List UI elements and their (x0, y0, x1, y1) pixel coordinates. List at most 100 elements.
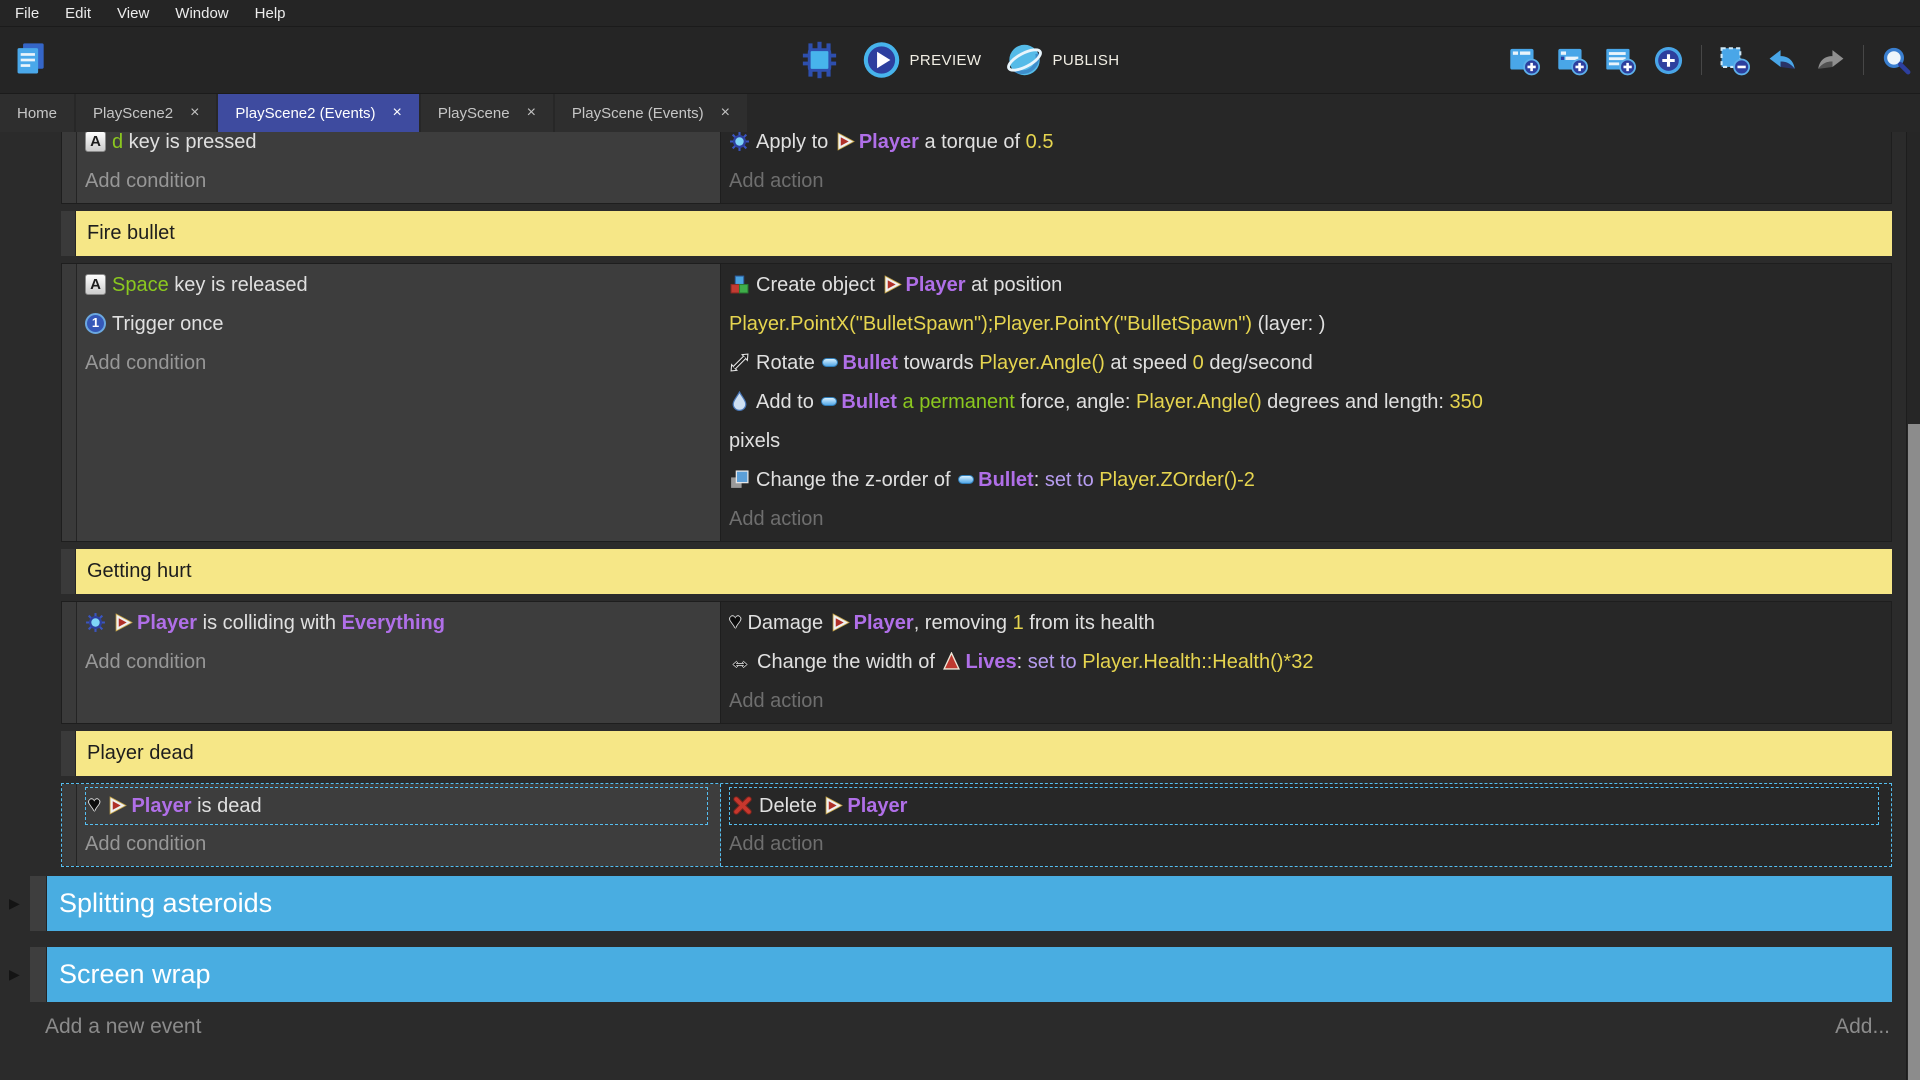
comment[interactable]: Player dead (76, 731, 1892, 776)
add-condition-button[interactable]: Add condition (85, 825, 712, 864)
play-icon (863, 41, 901, 79)
event-drag-handle[interactable] (62, 132, 77, 203)
condition[interactable]: Player is colliding with Everything (85, 604, 712, 643)
menu-view[interactable]: View (104, 5, 162, 22)
comment-row: Fire bullet (61, 211, 1892, 256)
action[interactable]: Apply to Player a torque of 0.5 (729, 132, 1883, 162)
preview-button[interactable]: PREVIEW (863, 41, 982, 79)
debug-button[interactable] (801, 41, 839, 79)
action[interactable]: Delete Player (729, 787, 1879, 825)
add-condition-button[interactable]: Add condition (85, 344, 712, 383)
comment[interactable]: Fire bullet (76, 211, 1892, 256)
add-subevent-icon (1557, 45, 1588, 76)
choose-event-button[interactable] (1653, 45, 1684, 76)
redo-button[interactable] (1815, 45, 1846, 76)
tab-label: PlayScene2 (93, 105, 173, 122)
close-icon[interactable]: × (527, 104, 536, 122)
condition[interactable]: ASpace key is released (85, 266, 712, 305)
action[interactable]: Change the z-order of Bullet: set to Pla… (729, 461, 1883, 500)
add-subevent-button[interactable] (1557, 45, 1588, 76)
sheet-footer: Add a new event Add... (45, 1015, 1890, 1039)
close-icon[interactable]: × (721, 104, 730, 122)
conditions-cell: ASpace key is released1Trigger onceAdd c… (77, 264, 721, 541)
add-action-button[interactable]: Add action (729, 162, 1883, 201)
add-condition-button[interactable]: Add condition (85, 643, 712, 682)
search-icon (1881, 45, 1912, 76)
event-drag-handle[interactable] (61, 211, 76, 256)
tab-playscene-events[interactable]: PlayScene (Events)× (555, 94, 747, 132)
publish-button[interactable]: PUBLISH (1005, 41, 1119, 79)
event-drag-handle[interactable] (62, 602, 77, 723)
heart-icon: ♥ (88, 795, 100, 815)
gdevelop-window: File Edit View Window Help PREVIEW PUBLI… (0, 0, 1920, 1080)
z-order-icon (729, 469, 750, 490)
bullet-icon (822, 358, 838, 367)
project-manager-button[interactable] (12, 41, 50, 79)
conditions-cell: Player is colliding with EverythingAdd c… (77, 602, 721, 723)
tab-playscene2[interactable]: PlayScene2 × (76, 94, 216, 132)
comment-row: Player dead (61, 731, 1892, 776)
keyboard-icon: A (85, 274, 106, 295)
condition[interactable]: ♥Player is dead (85, 787, 708, 825)
action[interactable]: Rotate Bullet towards Player.Angle() at … (729, 344, 1883, 383)
collapse-arrow-icon[interactable]: ▶ (9, 896, 20, 910)
add-event-button[interactable] (1509, 45, 1540, 76)
tab-playscene2-events[interactable]: PlayScene2 (Events) × (218, 94, 418, 132)
actions-cell: Apply to Player a torque of 0.5Add actio… (721, 132, 1891, 203)
actions-cell: Delete PlayerAdd action (721, 784, 1891, 866)
bullet-icon (821, 397, 837, 406)
add-new-event-button[interactable]: Add a new event (45, 1015, 201, 1039)
player-ship-icon (114, 613, 133, 632)
add-comment-button[interactable] (1605, 45, 1636, 76)
action[interactable]: ↔Change the width of Lives: set to Playe… (729, 643, 1883, 682)
condition[interactable]: Ad key is pressed (85, 132, 712, 162)
group-drag-handle[interactable] (30, 876, 47, 931)
tab-label: PlayScene2 (Events) (235, 105, 375, 122)
publish-label: PUBLISH (1052, 52, 1119, 69)
add-action-button[interactable]: Add action (729, 682, 1883, 721)
event-group[interactable]: Screen wrap (47, 947, 1892, 1002)
comment-row: Getting hurt (61, 549, 1892, 594)
player-ship-icon (836, 132, 855, 151)
menu-file[interactable]: File (2, 5, 52, 22)
add-condition-button[interactable]: Add condition (85, 162, 712, 201)
search-button[interactable] (1881, 45, 1912, 76)
tab-label: Home (17, 105, 57, 122)
add-action-button[interactable]: Add action (729, 825, 1883, 864)
toolbar-separator (1701, 45, 1702, 75)
group-row: ▶ Screen wrap (30, 947, 1892, 1002)
actions-cell: ♥Damage Player, removing 1 from its heal… (721, 602, 1891, 723)
delete-selection-button[interactable] (1719, 45, 1750, 76)
event-drag-handle[interactable] (61, 731, 76, 776)
scrollbar-thumb[interactable] (1908, 424, 1920, 1080)
comment[interactable]: Getting hurt (76, 549, 1892, 594)
action[interactable]: Add to Bullet a permanent force, angle: … (729, 383, 1883, 461)
project-manager-icon (12, 41, 50, 79)
close-icon[interactable]: × (393, 104, 402, 122)
events-list: Ad key is pressedAdd condition Apply to … (0, 132, 1920, 1002)
event-drag-handle[interactable] (62, 784, 77, 866)
tab-label: PlayScene (438, 105, 510, 122)
add-action-button[interactable]: Add action (729, 500, 1883, 539)
physics-icon (85, 612, 106, 633)
menu-window[interactable]: Window (162, 5, 241, 22)
event-drag-handle[interactable] (61, 549, 76, 594)
tab-bar: Home PlayScene2 × PlayScene2 (Events) × Pl… (0, 94, 1920, 132)
undo-button[interactable] (1767, 45, 1798, 76)
tab-playscene[interactable]: PlayScene × (421, 94, 553, 132)
collapse-arrow-icon[interactable]: ▶ (9, 967, 20, 981)
vertical-scrollbar[interactable] (1906, 132, 1920, 1080)
menu-edit[interactable]: Edit (52, 5, 104, 22)
menu-help[interactable]: Help (242, 5, 299, 22)
tab-home[interactable]: Home (0, 94, 74, 132)
condition[interactable]: 1Trigger once (85, 305, 712, 344)
action[interactable]: ♥Damage Player, removing 1 from its heal… (729, 604, 1883, 643)
group-drag-handle[interactable] (30, 947, 47, 1002)
action[interactable]: Create object Player at positionPlayer.P… (729, 266, 1883, 344)
event-drag-handle[interactable] (62, 264, 77, 541)
add-button[interactable]: Add... (1835, 1015, 1890, 1039)
event-row: ASpace key is released1Trigger onceAdd c… (61, 263, 1892, 542)
close-icon[interactable]: × (190, 104, 199, 122)
event-group[interactable]: Splitting asteroids (47, 876, 1892, 931)
delete-icon (732, 795, 753, 816)
